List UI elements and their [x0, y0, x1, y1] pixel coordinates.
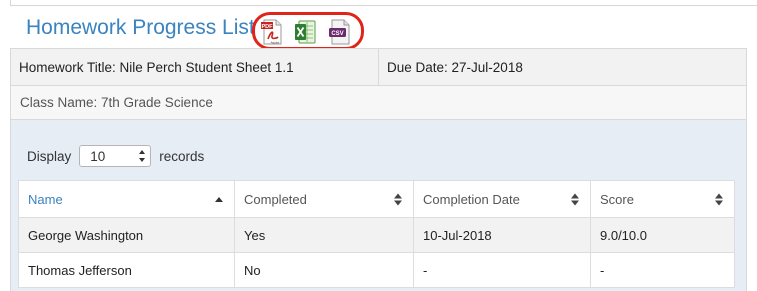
- cell-name: George Washington: [18, 217, 235, 253]
- sort-both-icon: [571, 193, 579, 206]
- homework-title: Homework Title: Nile Perch Student Sheet…: [11, 49, 379, 85]
- cell-score: -: [590, 252, 735, 288]
- column-header-label: Completion Date: [423, 191, 520, 207]
- sort-both-icon: [715, 193, 723, 206]
- records-per-page-select[interactable]: 10: [79, 145, 152, 167]
- column-header-score[interactable]: Score: [590, 180, 735, 218]
- sort-ascending-icon: [215, 197, 223, 202]
- cell-completed: Yes: [234, 217, 414, 253]
- column-header-label: Score: [600, 191, 634, 207]
- class-info-row: Class Name: 7th Grade Science: [10, 86, 747, 120]
- pdf-export-icon[interactable]: PDF Adobe: [261, 19, 283, 45]
- cell-score: 9.0/10.0: [590, 217, 735, 253]
- sort-both-icon: [394, 193, 402, 206]
- column-header-name[interactable]: Name: [18, 180, 235, 218]
- display-label: Display: [27, 148, 72, 164]
- cell-completed: No: [234, 252, 414, 288]
- records-label: records: [159, 148, 205, 164]
- homework-info-row: Homework Title: Nile Perch Student Sheet…: [10, 48, 747, 86]
- table-header-row: Name Completed Completion Date Score: [18, 180, 735, 218]
- records-per-page-value: 10: [90, 149, 106, 164]
- column-header-label: Name: [28, 191, 63, 207]
- pdf-sub-label: Adobe: [271, 41, 280, 45]
- csv-label: CSV: [331, 31, 343, 37]
- homework-progress-table: Name Completed Completion Date Score Geo…: [18, 180, 735, 288]
- column-header-completed[interactable]: Completed: [234, 180, 414, 218]
- cell-completion-date: -: [413, 252, 591, 288]
- export-toolbar: PDF Adobe CSV: [252, 12, 364, 50]
- table-row: George Washington Yes 10-Jul-2018 9.0/10…: [18, 217, 735, 253]
- records-per-page-control: Display 10 records: [27, 145, 204, 167]
- page-title: Homework Progress List: [26, 16, 255, 39]
- select-updown-icon: [139, 150, 146, 162]
- column-header-completion-date[interactable]: Completion Date: [413, 180, 591, 218]
- pdf-label: PDF: [262, 24, 274, 30]
- class-name: Class Name: 7th Grade Science: [20, 95, 213, 110]
- csv-export-icon[interactable]: CSV: [328, 19, 350, 45]
- excel-export-icon[interactable]: [294, 19, 316, 45]
- top-border: [10, 0, 757, 6]
- cell-completion-date: 10-Jul-2018: [413, 217, 591, 253]
- table-row: Thomas Jefferson No - -: [18, 252, 735, 288]
- column-header-label: Completed: [244, 191, 307, 207]
- cell-name: Thomas Jefferson: [18, 252, 235, 288]
- due-date: Due Date: 27-Jul-2018: [387, 59, 523, 75]
